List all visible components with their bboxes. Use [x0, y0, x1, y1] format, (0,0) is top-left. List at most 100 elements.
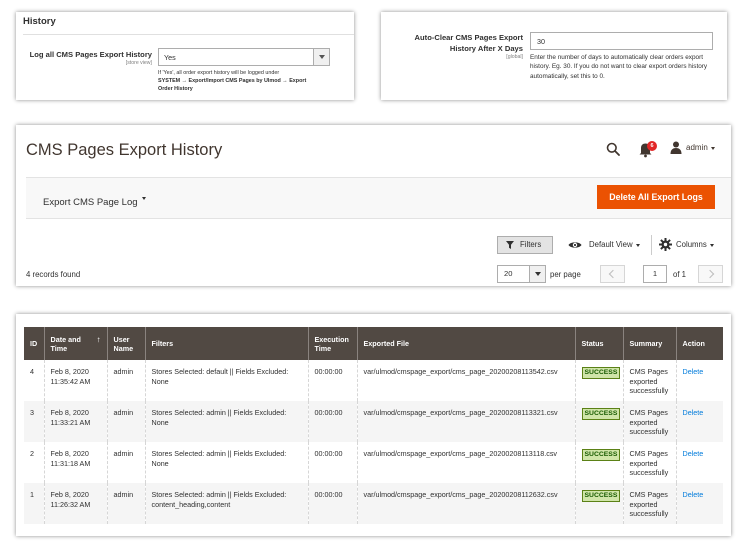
chevron-down-icon	[313, 49, 329, 65]
sort-arrow-icon: ↑	[96, 334, 101, 344]
columns-dropdown[interactable]: Columns	[676, 240, 707, 249]
cell-execution-time: 00:00:00	[307, 360, 357, 401]
table-row: 1 Feb 8, 2020 11:26:32 AM admin Stores S…	[24, 483, 723, 524]
page-total: of 1	[673, 270, 687, 279]
cell-action: Delete	[675, 360, 723, 401]
column-header-date[interactable]: ↑ Date and Time	[43, 327, 107, 360]
cell-user: admin	[106, 360, 145, 401]
per-page-select[interactable]: 20	[497, 265, 546, 283]
autoclear-scope: [global]	[506, 54, 523, 60]
column-header-date-label: Date and Time	[50, 334, 81, 353]
cell-action: Delete	[675, 483, 723, 524]
cell-summary: CMS Pages exported successfully	[622, 360, 676, 401]
cell-user: admin	[106, 401, 145, 442]
cell-action: Delete	[675, 401, 723, 442]
page-number-input[interactable]: 1	[643, 265, 667, 283]
cell-id: 3	[24, 401, 44, 442]
cell-status: SUCCESS	[574, 442, 623, 483]
note-path: SYSTEM → Export/Import CMS Pages by Ulmo…	[158, 78, 307, 93]
chevron-down-icon	[710, 244, 714, 247]
per-page-value: 20	[504, 269, 513, 278]
autoclear-config-panel: Auto-Clear CMS Pages Export History Afte…	[381, 12, 727, 100]
column-header-summary[interactable]: Summary	[622, 327, 676, 360]
delete-link[interactable]: Delete	[683, 449, 704, 458]
user-icon[interactable]	[670, 141, 682, 154]
cell-filters: Stores Selected: default || Fields Exclu…	[144, 360, 308, 401]
cell-status: SUCCESS	[574, 401, 623, 442]
cell-execution-time: 00:00:00	[307, 483, 357, 524]
column-header-execution-time[interactable]: Execution Time	[307, 327, 357, 360]
per-page-label: per page	[550, 270, 581, 279]
eye-icon	[568, 242, 582, 248]
chevron-down-icon	[636, 244, 640, 247]
status-badge: SUCCESS	[581, 490, 621, 503]
cell-date: Feb 8, 2020 11:26:32 AM	[43, 483, 107, 524]
table-header-row: ID ↑ Date and Time User Name Filters Exec…	[24, 327, 723, 360]
autoclear-note: Enter the number of days to automaticall…	[530, 54, 708, 80]
chevron-down-icon	[529, 266, 545, 282]
delete-link[interactable]: Delete	[683, 367, 704, 376]
export-history-table-panel: ID ↑ Date and Time User Name Filters Exec…	[16, 314, 731, 536]
column-header-filters[interactable]: Filters	[144, 327, 308, 360]
log-history-label: Log all CMS Pages Export History	[29, 50, 152, 59]
cell-summary: CMS Pages exported successfully	[622, 401, 676, 442]
cell-filters: Stores Selected: admin || Fields Exclude…	[144, 401, 308, 442]
records-count: 4 records found	[26, 270, 81, 279]
delete-all-export-logs-button[interactable]: Delete All Export Logs	[597, 185, 715, 209]
cell-date: Feb 8, 2020 11:35:42 AM	[43, 360, 107, 401]
section-title: History	[23, 16, 56, 27]
cell-id: 1	[24, 483, 44, 524]
export-history-table: ID ↑ Date and Time User Name Filters Exec…	[24, 327, 723, 524]
autoclear-days-input[interactable]: 30	[530, 32, 713, 50]
cell-execution-time: 00:00:00	[307, 442, 357, 483]
cell-exported-file: var/ulmod/cmspage_export/cms_page_202002…	[356, 442, 575, 483]
note-text: If 'Yes', all order export history will …	[158, 70, 280, 76]
cell-date: Feb 8, 2020 11:33:21 AM	[43, 401, 107, 442]
page-title: CMS Pages Export History	[26, 141, 223, 159]
history-config-panel: History Log all CMS Pages Export History…	[16, 12, 354, 100]
log-history-note: If 'Yes', all order export history will …	[158, 69, 318, 93]
cell-date: Feb 8, 2020 11:31:18 AM	[43, 442, 107, 483]
cell-execution-time: 00:00:00	[307, 401, 357, 442]
delete-link[interactable]: Delete	[683, 408, 704, 417]
cell-summary: CMS Pages exported successfully	[622, 442, 676, 483]
cell-filters: Stores Selected: admin || Fields Exclude…	[144, 483, 308, 524]
funnel-icon	[506, 241, 514, 249]
cell-status: SUCCESS	[574, 483, 623, 524]
cell-status: SUCCESS	[574, 360, 623, 401]
status-badge: SUCCESS	[581, 408, 621, 421]
previous-page-button[interactable]	[600, 265, 625, 283]
section-divider	[23, 34, 354, 35]
delete-link[interactable]: Delete	[683, 490, 704, 499]
column-header-user[interactable]: User Name	[106, 327, 145, 360]
export-log-dropdown[interactable]: Export CMS Page Log	[43, 197, 138, 208]
table-row: 3 Feb 8, 2020 11:33:21 AM admin Stores S…	[24, 401, 723, 442]
column-header-action: Action	[675, 327, 723, 360]
default-view-dropdown[interactable]: Default View	[589, 240, 633, 249]
toolbar-divider	[651, 235, 652, 255]
chevron-down-icon	[711, 147, 715, 150]
column-header-status[interactable]: Status	[574, 327, 623, 360]
cell-filters: Stores Selected: admin || Fields Exclude…	[144, 442, 308, 483]
log-history-select[interactable]: Yes	[158, 48, 330, 66]
search-icon[interactable]	[606, 142, 620, 156]
column-header-id[interactable]: ID	[24, 327, 44, 360]
cell-user: admin	[106, 442, 145, 483]
chevron-down-icon	[142, 197, 146, 200]
log-history-value: Yes	[164, 53, 176, 62]
table-row: 2 Feb 8, 2020 11:31:18 AM admin Stores S…	[24, 442, 723, 483]
column-header-exported-file[interactable]: Exported File	[356, 327, 575, 360]
next-page-button[interactable]	[698, 265, 723, 283]
cell-id: 2	[24, 442, 44, 483]
export-history-header-panel: CMS Pages Export History 6 admin Export …	[16, 125, 731, 286]
cell-user: admin	[106, 483, 145, 524]
user-menu[interactable]: admin	[686, 143, 708, 152]
status-badge: SUCCESS	[581, 449, 621, 462]
status-badge: SUCCESS	[581, 367, 621, 380]
cell-action: Delete	[675, 442, 723, 483]
table-row: 4 Feb 8, 2020 11:35:42 AM admin Stores S…	[24, 360, 723, 401]
cell-exported-file: var/ulmod/cmspage_export/cms_page_202002…	[356, 360, 575, 401]
cell-id: 4	[24, 360, 44, 401]
notification-badge: 6	[647, 141, 657, 151]
cell-exported-file: var/ulmod/cmspage_export/cms_page_202002…	[356, 483, 575, 524]
